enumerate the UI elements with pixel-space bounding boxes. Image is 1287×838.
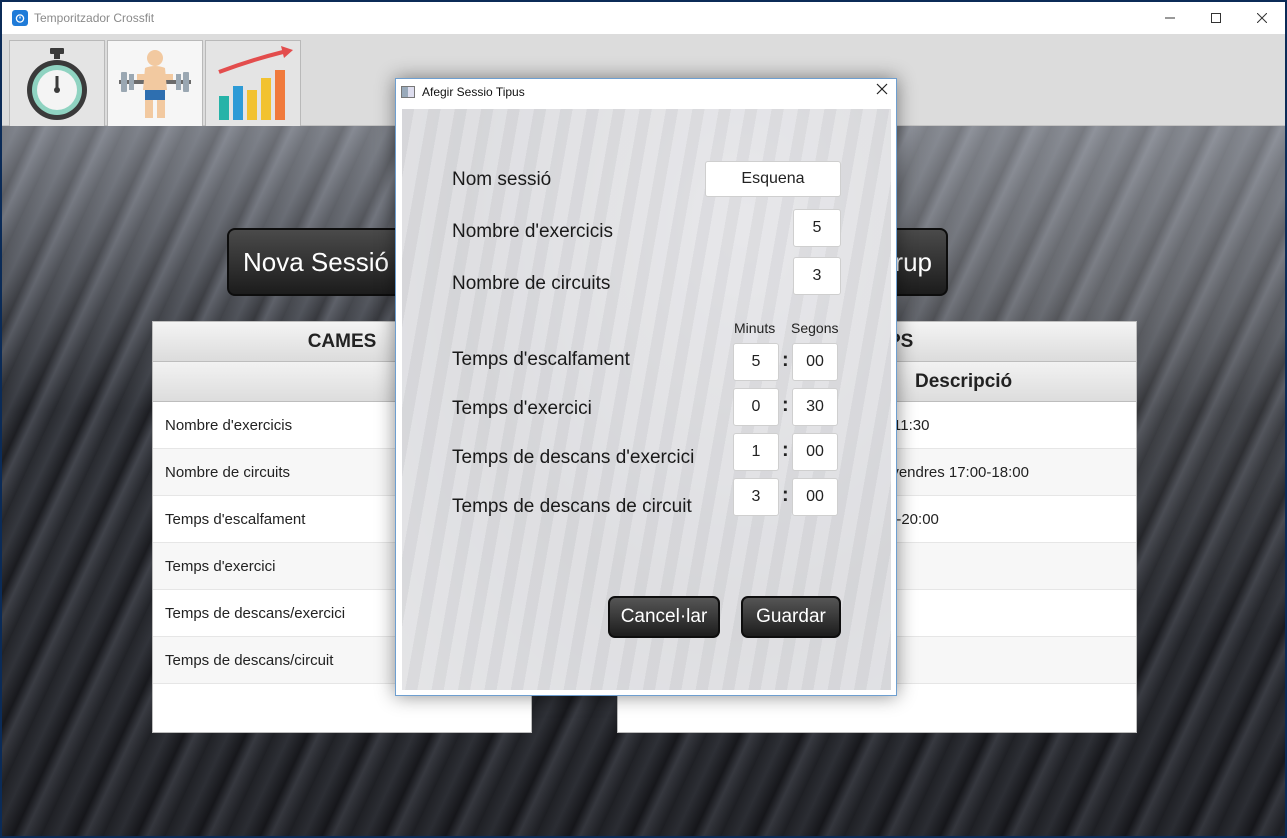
circuit-count-label: Nombre de circuits bbox=[452, 273, 611, 294]
dialog-title: Afegir Sessio Tipus bbox=[422, 85, 525, 99]
save-button[interactable]: Guardar bbox=[741, 596, 841, 638]
dialog-title-bar: Afegir Sessio Tipus bbox=[396, 79, 896, 105]
exercise-count-label: Nombre d'exercicis bbox=[452, 221, 613, 242]
dialog-body: Nom sessió Esquena Nombre d'exercicis 5 … bbox=[402, 109, 891, 690]
time-separator: : bbox=[782, 394, 789, 416]
maximize-button[interactable] bbox=[1193, 2, 1239, 34]
window-title: Temporitzador Crossfit bbox=[34, 11, 155, 25]
circuit-rest-seconds-input[interactable]: 00 bbox=[792, 478, 838, 516]
minimize-button[interactable] bbox=[1147, 2, 1193, 34]
tab-timer[interactable] bbox=[9, 40, 105, 127]
window-icon bbox=[401, 86, 415, 98]
session-name-label: Nom sessió bbox=[452, 169, 552, 190]
app-stopwatch-icon bbox=[12, 10, 28, 26]
growth-chart-icon bbox=[218, 46, 293, 120]
seconds-column-header: Segons bbox=[791, 320, 839, 336]
minimize-icon bbox=[1165, 17, 1175, 19]
exercise-count-input[interactable]: 5 bbox=[793, 209, 841, 247]
exercise-rest-seconds-input[interactable]: 00 bbox=[792, 433, 838, 471]
time-separator: : bbox=[782, 484, 789, 506]
circuit-count-input[interactable]: 3 bbox=[793, 257, 841, 295]
time-separator: : bbox=[782, 349, 789, 371]
dialog-close-icon[interactable] bbox=[876, 83, 888, 95]
close-button[interactable] bbox=[1239, 2, 1285, 34]
exercise-seconds-input[interactable]: 30 bbox=[792, 388, 838, 426]
minutes-column-header: Minuts bbox=[734, 320, 776, 336]
title-bar: Temporitzador Crossfit bbox=[2, 2, 1285, 34]
exercise-rest-minutes-input[interactable]: 1 bbox=[733, 433, 779, 471]
stopwatch-icon bbox=[27, 48, 87, 120]
close-icon bbox=[1257, 13, 1267, 23]
circuit-rest-minutes-input[interactable]: 3 bbox=[733, 478, 779, 516]
tab-sessions[interactable] bbox=[107, 40, 203, 127]
app-window: Temporitzador Crossfit Nova Sessió T rup… bbox=[2, 2, 1285, 836]
new-session-button[interactable]: Nova Sessió T bbox=[227, 228, 407, 296]
group-button-label: rup bbox=[894, 246, 932, 277]
exercise-minutes-input[interactable]: 0 bbox=[733, 388, 779, 426]
exercise-rest-label: Temps de descans d'exercici bbox=[452, 447, 695, 468]
warmup-minutes-input[interactable]: 5 bbox=[733, 343, 779, 381]
warmup-time-label: Temps d'escalfament bbox=[452, 349, 630, 370]
cancel-button[interactable]: Cancel·lar bbox=[608, 596, 720, 638]
add-session-dialog: Afegir Sessio Tipus Nom sessió Esquena N… bbox=[395, 78, 897, 696]
session-name-input[interactable]: Esquena bbox=[705, 161, 841, 197]
circuit-rest-label: Temps de descans de circuit bbox=[452, 496, 692, 517]
weightlifter-icon bbox=[119, 50, 191, 118]
maximize-icon bbox=[1211, 13, 1221, 23]
tab-statistics[interactable] bbox=[205, 40, 301, 127]
exercise-time-label: Temps d'exercici bbox=[452, 398, 592, 419]
new-session-label: Nova Sessió T bbox=[243, 246, 407, 277]
time-separator: : bbox=[782, 439, 789, 461]
warmup-seconds-input[interactable]: 00 bbox=[792, 343, 838, 381]
